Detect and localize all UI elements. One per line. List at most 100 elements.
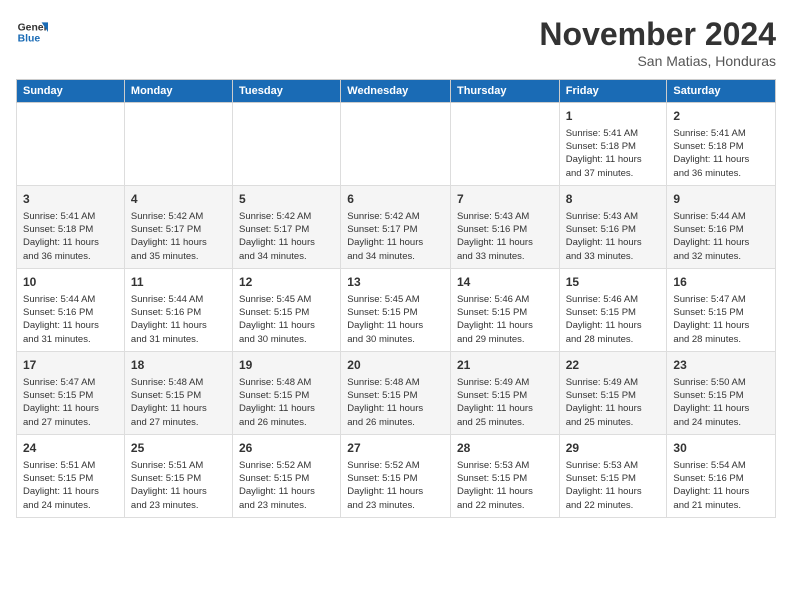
header-cell-wednesday: Wednesday (341, 80, 451, 103)
week-row-1: 3 Sunrise: 5:41 AMSunset: 5:18 PMDaylight… (17, 185, 776, 268)
day-info: Sunrise: 5:53 AMSunset: 5:15 PMDaylight:… (566, 459, 661, 512)
day-number: 26 (239, 440, 334, 457)
page-header: General Blue November 2024 San Matias, H… (16, 16, 776, 69)
day-number: 15 (566, 274, 661, 291)
logo-icon: General Blue (16, 16, 48, 48)
header-cell-thursday: Thursday (450, 80, 559, 103)
day-info: Sunrise: 5:43 AMSunset: 5:16 PMDaylight:… (457, 210, 553, 263)
day-number: 1 (566, 108, 661, 125)
day-info: Sunrise: 5:48 AMSunset: 5:15 PMDaylight:… (131, 376, 226, 429)
day-info: Sunrise: 5:42 AMSunset: 5:17 PMDaylight:… (131, 210, 226, 263)
day-number: 23 (673, 357, 769, 374)
day-number: 13 (347, 274, 444, 291)
svg-text:Blue: Blue (18, 34, 41, 45)
day-cell: 7Sunrise: 5:43 AMSunset: 5:16 PMDaylight… (450, 185, 559, 268)
day-info: Sunrise: 5:46 AMSunset: 5:15 PMDaylight:… (566, 293, 661, 346)
day-cell: 30Sunrise: 5:54 AMSunset: 5:16 PMDayligh… (667, 434, 776, 517)
day-number: 18 (131, 357, 226, 374)
month-title: November 2024 (539, 16, 776, 53)
day-cell (17, 103, 125, 186)
header-cell-monday: Monday (124, 80, 232, 103)
day-number: 17 (23, 357, 118, 374)
day-number: 8 (566, 191, 661, 208)
day-cell: 1 Sunrise: 5:41 AMSunset: 5:18 PMDaylight… (559, 103, 667, 186)
day-cell: 17 Sunrise: 5:47 AMSunset: 5:15 PMDayligh… (17, 351, 125, 434)
day-number: 12 (239, 274, 334, 291)
calendar-table: SundayMondayTuesdayWednesdayThursdayFrid… (16, 79, 776, 518)
header-cell-tuesday: Tuesday (233, 80, 341, 103)
week-row-4: 24 Sunrise: 5:51 AMSunset: 5:15 PMDayligh… (17, 434, 776, 517)
day-cell (341, 103, 451, 186)
day-info: Sunrise: 5:46 AMSunset: 5:15 PMDaylight:… (457, 293, 553, 346)
day-cell: 6 Sunrise: 5:42 AMSunset: 5:17 PMDaylight… (341, 185, 451, 268)
day-number: 21 (457, 357, 553, 374)
header-cell-friday: Friday (559, 80, 667, 103)
day-number: 3 (23, 191, 118, 208)
day-number: 25 (131, 440, 226, 457)
day-number: 5 (239, 191, 334, 208)
day-cell: 27 Sunrise: 5:52 AMSunset: 5:15 PMDayligh… (341, 434, 451, 517)
day-cell: 3 Sunrise: 5:41 AMSunset: 5:18 PMDaylight… (17, 185, 125, 268)
day-info: Sunrise: 5:50 AMSunset: 5:15 PMDaylight:… (673, 376, 769, 429)
day-number: 4 (131, 191, 226, 208)
day-info: Sunrise: 5:47 AMSunset: 5:15 PMDaylight:… (673, 293, 769, 346)
day-number: 24 (23, 440, 118, 457)
day-info: Sunrise: 5:44 AMSunset: 5:16 PMDaylight:… (673, 210, 769, 263)
day-cell: 25 Sunrise: 5:51 AMSunset: 5:15 PMDayligh… (124, 434, 232, 517)
day-cell: 24 Sunrise: 5:51 AMSunset: 5:15 PMDayligh… (17, 434, 125, 517)
day-cell (124, 103, 232, 186)
day-number: 20 (347, 357, 444, 374)
day-number: 10 (23, 274, 118, 291)
day-info: Sunrise: 5:41 AMSunset: 5:18 PMDaylight:… (673, 127, 769, 180)
day-cell: 18 Sunrise: 5:48 AMSunset: 5:15 PMDayligh… (124, 351, 232, 434)
day-cell: 20 Sunrise: 5:48 AMSunset: 5:15 PMDayligh… (341, 351, 451, 434)
day-cell: 2 Sunrise: 5:41 AMSunset: 5:18 PMDaylight… (667, 103, 776, 186)
day-number: 11 (131, 274, 226, 291)
day-info: Sunrise: 5:41 AMSunset: 5:18 PMDaylight:… (566, 127, 661, 180)
day-number: 6 (347, 191, 444, 208)
day-cell: 19Sunrise: 5:48 AMSunset: 5:15 PMDayligh… (233, 351, 341, 434)
day-number: 16 (673, 274, 769, 291)
day-number: 14 (457, 274, 553, 291)
day-info: Sunrise: 5:44 AMSunset: 5:16 PMDaylight:… (131, 293, 226, 346)
day-number: 2 (673, 108, 769, 125)
day-number: 27 (347, 440, 444, 457)
day-number: 29 (566, 440, 661, 457)
day-info: Sunrise: 5:54 AMSunset: 5:16 PMDaylight:… (673, 459, 769, 512)
logo: General Blue (16, 16, 48, 48)
header-cell-sunday: Sunday (17, 80, 125, 103)
day-cell: 28 Sunrise: 5:53 AMSunset: 5:15 PMDayligh… (450, 434, 559, 517)
day-number: 28 (457, 440, 553, 457)
day-info: Sunrise: 5:51 AMSunset: 5:15 PMDaylight:… (131, 459, 226, 512)
day-info: Sunrise: 5:49 AMSunset: 5:15 PMDaylight:… (457, 376, 553, 429)
day-info: Sunrise: 5:47 AMSunset: 5:15 PMDaylight:… (23, 376, 118, 429)
day-info: Sunrise: 5:42 AMSunset: 5:17 PMDaylight:… (239, 210, 334, 263)
day-info: Sunrise: 5:43 AMSunset: 5:16 PMDaylight:… (566, 210, 661, 263)
day-cell: 29 Sunrise: 5:53 AMSunset: 5:15 PMDayligh… (559, 434, 667, 517)
day-cell: 14 Sunrise: 5:46 AMSunset: 5:15 PMDayligh… (450, 268, 559, 351)
day-info: Sunrise: 5:52 AMSunset: 5:15 PMDaylight:… (347, 459, 444, 512)
day-cell: 15 Sunrise: 5:46 AMSunset: 5:15 PMDayligh… (559, 268, 667, 351)
title-block: November 2024 San Matias, Honduras (539, 16, 776, 69)
day-number: 9 (673, 191, 769, 208)
day-cell: 4 Sunrise: 5:42 AMSunset: 5:17 PMDaylight… (124, 185, 232, 268)
day-cell: 13Sunrise: 5:45 AMSunset: 5:15 PMDayligh… (341, 268, 451, 351)
day-info: Sunrise: 5:48 AMSunset: 5:15 PMDaylight:… (347, 376, 444, 429)
week-row-2: 10 Sunrise: 5:44 AMSunset: 5:16 PMDayligh… (17, 268, 776, 351)
day-cell: 12 Sunrise: 5:45 AMSunset: 5:15 PMDayligh… (233, 268, 341, 351)
day-info: Sunrise: 5:41 AMSunset: 5:18 PMDaylight:… (23, 210, 118, 263)
day-info: Sunrise: 5:45 AMSunset: 5:15 PMDaylight:… (239, 293, 334, 346)
day-cell: 26Sunrise: 5:52 AMSunset: 5:15 PMDayligh… (233, 434, 341, 517)
day-info: Sunrise: 5:42 AMSunset: 5:17 PMDaylight:… (347, 210, 444, 263)
week-row-0: 1 Sunrise: 5:41 AMSunset: 5:18 PMDaylight… (17, 103, 776, 186)
day-info: Sunrise: 5:49 AMSunset: 5:15 PMDaylight:… (566, 376, 661, 429)
day-number: 22 (566, 357, 661, 374)
day-cell: 11 Sunrise: 5:44 AMSunset: 5:16 PMDayligh… (124, 268, 232, 351)
day-info: Sunrise: 5:51 AMSunset: 5:15 PMDaylight:… (23, 459, 118, 512)
day-cell: 21 Sunrise: 5:49 AMSunset: 5:15 PMDayligh… (450, 351, 559, 434)
day-cell: 22 Sunrise: 5:49 AMSunset: 5:15 PMDayligh… (559, 351, 667, 434)
day-info: Sunrise: 5:53 AMSunset: 5:15 PMDaylight:… (457, 459, 553, 512)
week-row-3: 17 Sunrise: 5:47 AMSunset: 5:15 PMDayligh… (17, 351, 776, 434)
day-info: Sunrise: 5:48 AMSunset: 5:15 PMDaylight:… (239, 376, 334, 429)
day-cell (450, 103, 559, 186)
